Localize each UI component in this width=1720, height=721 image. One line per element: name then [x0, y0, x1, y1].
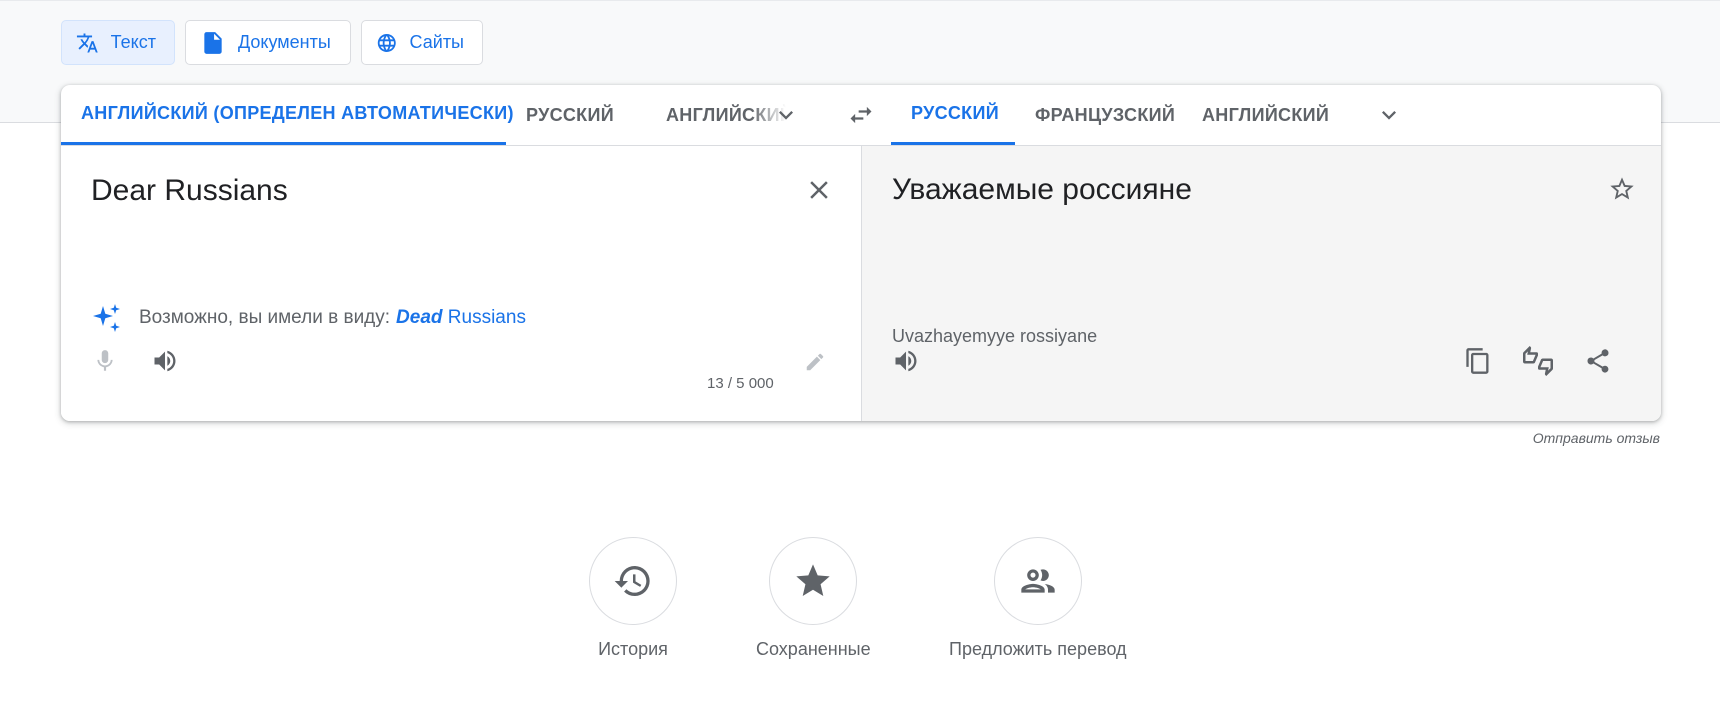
close-icon — [810, 181, 828, 199]
target-lang-english-tab[interactable]: АНГЛИЙСКИЙ — [1182, 85, 1349, 145]
edit-button[interactable] — [795, 342, 835, 382]
translation-output: Уважаемые россияне — [892, 173, 1192, 206]
swap-languages-button[interactable] — [841, 95, 881, 135]
language-bar: АНГЛИЙСКИЙ (ОПРЕДЕЛЕН АВТОМАТИЧЕСКИ) РУС… — [61, 85, 1661, 146]
microphone-icon — [97, 350, 113, 371]
target-lang-french-tab[interactable]: ФРАНЦУЗСКИЙ — [1015, 85, 1195, 145]
suggestion-link[interactable]: Dead Russians — [396, 307, 526, 329]
saved-label: Сохраненные — [756, 639, 871, 659]
save-translation-button[interactable] — [1602, 169, 1642, 209]
swap-arrows-icon — [850, 106, 872, 124]
clear-source-button[interactable] — [799, 170, 839, 210]
thumbs-up-down-icon — [1523, 346, 1553, 376]
sparkle-icon — [93, 304, 120, 332]
history-button[interactable]: История — [589, 537, 677, 660]
copy-translation-button[interactable] — [1458, 341, 1498, 381]
history-label: История — [598, 639, 668, 659]
source-lang-russian-tab[interactable]: РУССКИЙ — [506, 85, 634, 145]
translation-card: АНГЛИЙСКИЙ (ОПРЕДЕЛЕН АВТОМАТИЧЕСКИ) РУС… — [61, 85, 1661, 421]
rate-translation-button[interactable] — [1518, 341, 1558, 381]
saved-circle — [769, 537, 858, 625]
suggestion-rest: Russians — [447, 307, 526, 328]
history-icon — [614, 566, 650, 596]
saved-button[interactable]: Сохраненные — [756, 537, 871, 660]
copy-icon — [1466, 348, 1489, 374]
mode-sites-label: Сайты — [409, 32, 464, 52]
mode-documents-label: Документы — [238, 32, 331, 52]
document-icon — [204, 31, 222, 54]
mode-text-button[interactable]: Текст — [61, 20, 175, 65]
mode-documents-button[interactable]: Документы — [185, 20, 351, 65]
share-icon — [1587, 349, 1609, 373]
listen-source-button[interactable] — [145, 341, 185, 381]
speaker-icon — [895, 350, 917, 372]
suggestion-bold-word: Dead — [396, 307, 443, 328]
source-lang-detected-tab[interactable]: АНГЛИЙСКИЙ (ОПРЕДЕЛЕН АВТОМАТИЧЕСКИ) — [61, 85, 513, 145]
speaker-icon — [154, 350, 176, 372]
chevron-down-icon — [779, 111, 793, 120]
contribute-button[interactable]: Предложить перевод — [949, 537, 1127, 660]
listen-translation-button[interactable] — [886, 341, 926, 381]
suggestion-prefix: Возможно, вы имели в виду: — [139, 307, 391, 328]
share-translation-button[interactable] — [1578, 341, 1618, 381]
mode-sites-button[interactable]: Сайты — [361, 20, 483, 65]
target-lang-more-button[interactable] — [1369, 95, 1409, 135]
globe-icon — [377, 33, 396, 52]
source-text-input[interactable]: Dear Russians — [91, 174, 288, 208]
source-lang-more-button[interactable] — [766, 95, 806, 135]
voice-input-button[interactable] — [85, 341, 125, 381]
translate-icon — [76, 33, 98, 52]
target-lang-russian-tab[interactable]: РУССКИЙ — [891, 85, 1015, 145]
star-filled-icon — [796, 564, 830, 596]
source-lang-english-tab[interactable]: АНГЛИЙСКИЙ — [646, 85, 786, 145]
history-circle — [589, 537, 677, 625]
mode-text-label: Текст — [110, 32, 156, 52]
source-pane: Dear Russians Возможно, вы имели в виду:… — [61, 146, 861, 421]
contribute-label: Предложить перевод — [949, 639, 1127, 659]
pencil-icon — [806, 353, 824, 371]
star-outline-icon — [1610, 177, 1634, 200]
people-icon — [1021, 569, 1055, 593]
target-pane: Уважаемые россияне Uvazhayemyye rossiyan… — [861, 146, 1661, 421]
contribute-circle — [993, 537, 1082, 625]
chevron-down-icon — [1382, 111, 1396, 120]
character-counter: 13 / 5 000 — [707, 375, 774, 392]
send-feedback-link[interactable]: Отправить отзыв — [1533, 430, 1660, 446]
did-you-mean: Возможно, вы имели в виду: Dead Russians — [91, 302, 526, 334]
